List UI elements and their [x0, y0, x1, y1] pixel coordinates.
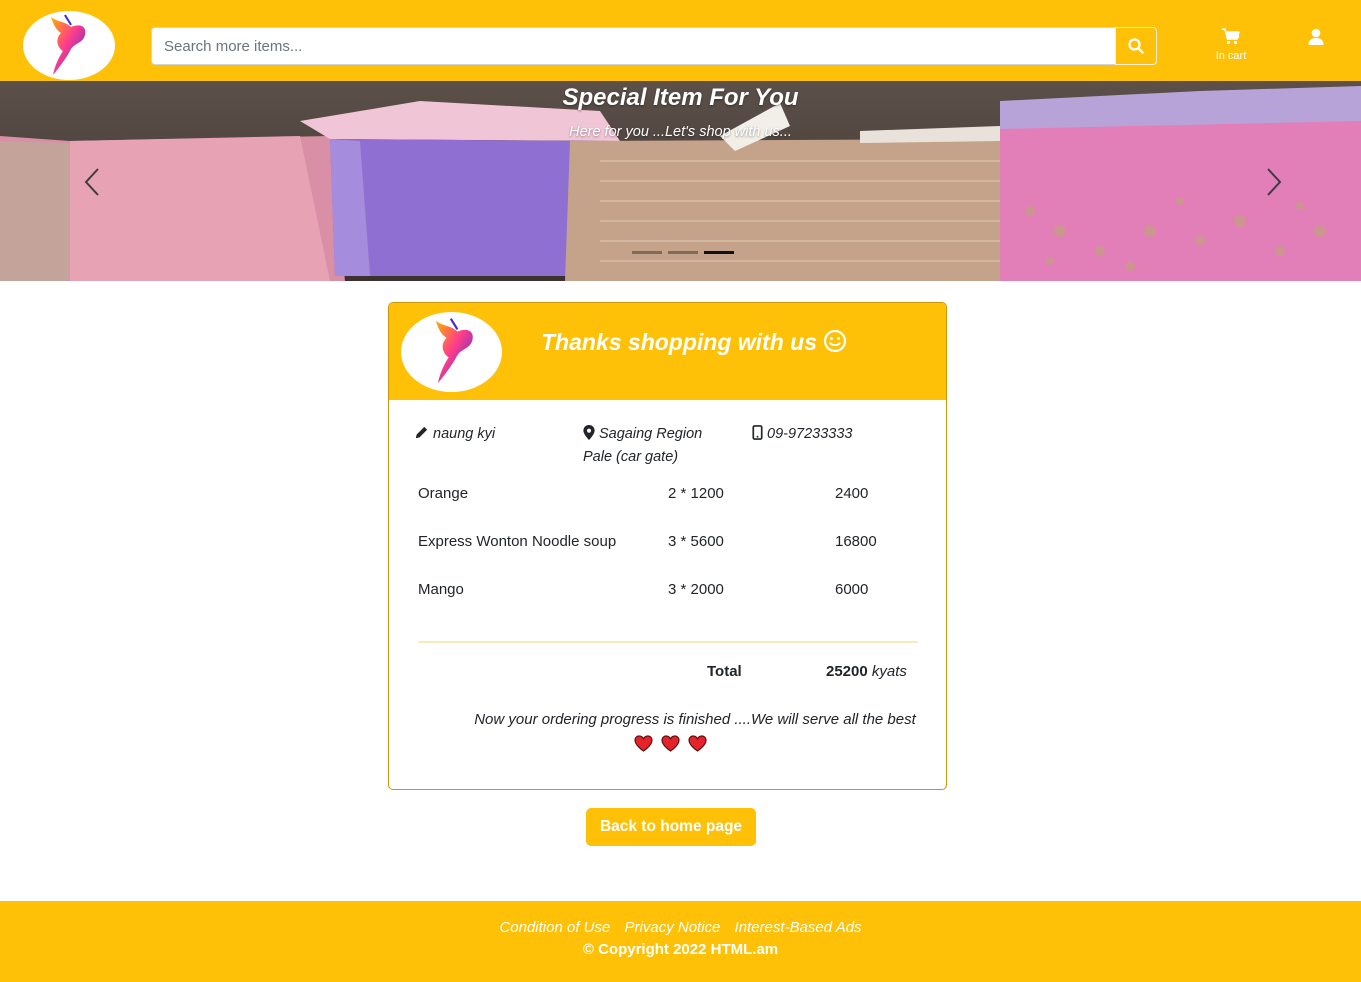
item-name: Mango	[418, 581, 464, 598]
carousel-indicator[interactable]	[668, 251, 698, 254]
logo-icon	[435, 318, 473, 384]
thanks-heading: Thanks shopping with us	[541, 329, 847, 356]
carousel-caption-title: Special Item For You	[562, 84, 799, 111]
cart-link[interactable]: In cart	[1205, 27, 1257, 69]
customer-name-value: naung kyi	[433, 426, 496, 442]
search-input[interactable]	[151, 27, 1116, 65]
search-button[interactable]	[1115, 27, 1157, 65]
total-label: Total	[707, 663, 742, 680]
card-header: Thanks shopping with us	[389, 303, 946, 400]
carousel-indicator-active[interactable]	[704, 251, 734, 254]
total-value: 25200 kyats	[826, 663, 907, 680]
heart-icon	[634, 735, 653, 752]
customer-region: Sagaing Region	[599, 426, 703, 442]
carousel-indicator[interactable]	[632, 251, 662, 254]
chevron-left-icon	[84, 168, 99, 196]
customer-phone-value: 09-97233333	[767, 426, 853, 442]
card-logo	[401, 312, 502, 392]
heart-icon	[688, 735, 707, 752]
carousel-next-button[interactable]	[1262, 165, 1286, 199]
user-icon	[1308, 28, 1324, 45]
item-qty-price: 3 * 5600	[668, 533, 724, 550]
item-name: Express Wonton Noodle soup	[418, 533, 617, 550]
logo-icon	[51, 14, 86, 75]
footer: Condition of Use Privacy Notice Interest…	[0, 901, 1361, 982]
cart-label: In cart	[1215, 50, 1247, 62]
customer-address-line: Pale (car gate)	[583, 449, 679, 465]
finish-message: Now your ordering progress is finished .…	[474, 711, 916, 728]
item-amount: 16800	[835, 533, 877, 550]
mobile-phone-icon	[752, 425, 763, 440]
item-qty-price: 3 * 2000	[668, 581, 724, 598]
thanks-heading-text: Thanks shopping with us	[541, 329, 817, 355]
brand-logo[interactable]	[23, 11, 115, 80]
footer-links: Condition of Use Privacy Notice Interest…	[0, 919, 1361, 936]
item-qty-price: 2 * 1200	[668, 485, 724, 502]
total-amount: 25200	[826, 663, 868, 680]
location-pin-icon	[583, 425, 595, 440]
copyright: © Copyright 2022 HTML.am	[582, 941, 779, 958]
carousel-caption-subtitle: Here for you ...Let's shop with us...	[569, 124, 792, 140]
item-amount: 2400	[835, 485, 869, 502]
item-name: Orange	[418, 485, 469, 502]
back-to-home-button[interactable]: Back to home page	[586, 808, 756, 846]
top-navbar: In cart	[0, 0, 1361, 81]
pencil-icon	[415, 426, 428, 439]
chevron-right-icon	[1267, 168, 1282, 196]
smiley-icon	[823, 329, 847, 353]
carousel-indicators	[632, 251, 734, 254]
divider	[418, 641, 918, 643]
carousel-prev-button[interactable]	[80, 165, 104, 199]
customer-name: naung kyi	[414, 423, 495, 446]
customer-phone: 09-97233333	[752, 423, 852, 446]
customer-address: Sagaing Region Pale (car gate)	[583, 423, 702, 469]
footer-link-condition-of-use[interactable]: Condition of Use	[499, 919, 610, 936]
footer-link-privacy-notice[interactable]: Privacy Notice	[625, 919, 721, 936]
cart-icon	[1222, 28, 1240, 45]
user-account-link[interactable]	[1306, 28, 1326, 48]
currency: kyats	[871, 663, 907, 680]
order-confirmation-card: Thanks shopping with us naung kyi Sagain…	[388, 302, 947, 790]
footer-link-interest-based-ads[interactable]: Interest-Based Ads	[735, 919, 862, 936]
item-amount: 6000	[835, 581, 869, 598]
heart-icon	[661, 735, 680, 752]
search-icon	[1128, 38, 1144, 54]
hearts	[634, 735, 707, 752]
